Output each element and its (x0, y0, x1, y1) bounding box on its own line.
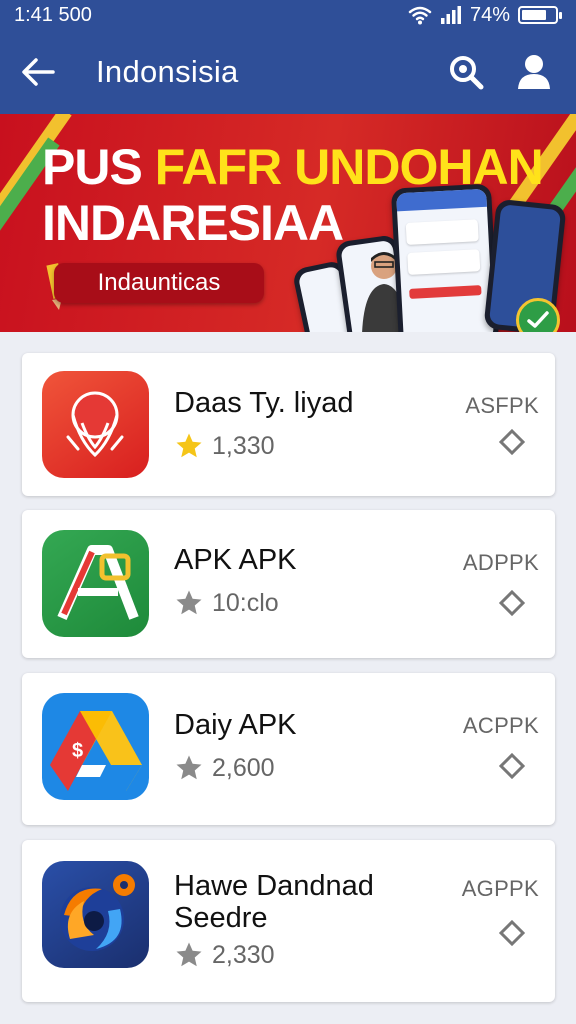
drive-triangle-icon: $ (42, 693, 149, 800)
red-ornament-icon (42, 371, 149, 478)
rating-count: 2,600 (212, 753, 275, 782)
app-tag: ACPPK (462, 713, 539, 738)
app-rating: 2,600 (174, 753, 275, 783)
app-name: APK APK (174, 544, 297, 576)
wifi-icon (408, 6, 432, 25)
star-icon (176, 590, 202, 615)
app-tag: ADPPK (462, 550, 539, 575)
banner-headline-white: PUS (42, 139, 155, 195)
battery-icon (518, 6, 562, 24)
banner-cta-button[interactable]: Indaunticas (54, 263, 264, 303)
check-leaf-icon (527, 311, 549, 328)
app-list-item[interactable]: Daas Ty. liyad 1,330 ASFPK (22, 353, 555, 496)
battery-percent: 74% (469, 3, 510, 26)
diamond-download-icon[interactable] (499, 429, 525, 455)
app-list-item[interactable]: APK APK 10:clo ADPPK (22, 510, 555, 658)
phone-screen-bar (409, 285, 482, 299)
person-icon (518, 55, 550, 89)
app-name: Daiy APK (174, 709, 297, 741)
app-list-item[interactable]: Hawe Dandnad Seedre 2,330 AGPPK (22, 840, 555, 1002)
app-rating: 10:clo (174, 588, 279, 618)
app-name: Hawe Dandnad Seedre (174, 870, 374, 934)
star-icon (176, 433, 202, 458)
app-name: Daas Ty. liyad (174, 387, 354, 419)
back-button[interactable] (18, 52, 58, 92)
rating-count: 1,330 (212, 431, 275, 460)
diamond-download-icon[interactable] (499, 753, 525, 779)
search-icon (450, 56, 484, 90)
app-tag: AGPPK (461, 876, 539, 901)
green-letter-a-icon (42, 530, 149, 637)
search-button[interactable] (442, 48, 490, 96)
rating-count: 10:clo (212, 588, 279, 617)
page-title: Indonsisia (96, 54, 239, 89)
diamond-download-icon[interactable] (499, 920, 525, 946)
phone-screen-row (407, 249, 481, 275)
swirl-gear-icon (42, 861, 149, 968)
diamond-download-icon[interactable] (499, 590, 525, 616)
phone-screen-header (396, 188, 487, 212)
svg-text:$: $ (72, 740, 83, 762)
status-indicators: 74% (408, 3, 562, 27)
banner-headline-line2: INDARESIAA (42, 195, 344, 251)
battery-level (522, 10, 546, 20)
star-icon (176, 755, 202, 780)
app-name-line1: Hawe Dandnad (174, 870, 374, 902)
rating-count: 2,330 (212, 940, 275, 969)
phone-mockup (390, 183, 500, 332)
app-bar: Indonsisia (0, 30, 576, 114)
status-bar: 1:41 500 74% (0, 0, 576, 30)
profile-button[interactable] (510, 48, 558, 96)
promo-banner[interactable]: PUS FAFR UNDOHAN INDARESIAA Indaunticas (0, 114, 576, 332)
app-rating: 2,330 (174, 940, 275, 970)
arrow-left-icon (22, 58, 55, 86)
app-list-item[interactable]: $ Daiy APK 2,600 ACPPK (22, 673, 555, 825)
star-icon (176, 942, 202, 967)
signal-icon (440, 6, 461, 24)
app-name-line2: Seedre (174, 902, 268, 934)
status-time: 1:41 500 (14, 3, 92, 26)
phone-screen-row (405, 219, 479, 245)
app-tag: ASFPK (465, 393, 539, 418)
app-rating: 1,330 (174, 431, 275, 461)
phone-screen (396, 188, 494, 332)
